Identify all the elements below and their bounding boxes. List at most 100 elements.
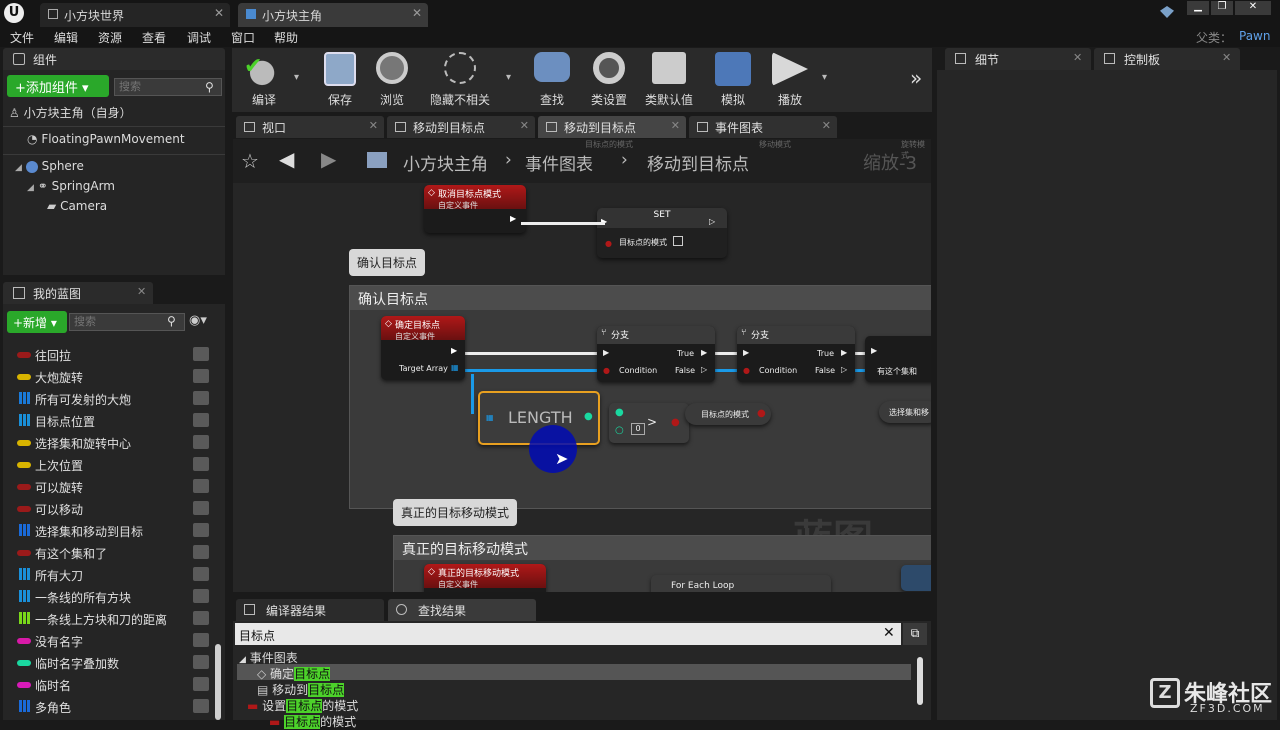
find-button[interactable]: 查找 xyxy=(530,52,574,108)
menu-file[interactable]: 文件 xyxy=(10,29,34,46)
result-row[interactable]: ▬ 目标点的模式 xyxy=(269,713,356,730)
cut-off-node[interactable]: ▶ 有这个集和 xyxy=(865,336,931,382)
expand-arrow-icon[interactable]: ◢ xyxy=(27,183,34,193)
back-arrow-icon[interactable]: ◀ xyxy=(279,147,294,171)
expand-arrow-icon[interactable]: ◢ xyxy=(15,163,22,173)
tab-find-results[interactable]: 查找结果 xyxy=(388,599,536,621)
forward-arrow-icon[interactable]: ▶ xyxy=(321,147,336,171)
visibility-toggle-icon[interactable] xyxy=(193,457,209,471)
close-icon[interactable]: ✕ xyxy=(1222,51,1231,64)
variable-item[interactable]: 没有名字 xyxy=(7,630,212,652)
variable-item[interactable]: 所有大刀 xyxy=(7,564,212,586)
clear-search-icon[interactable]: ✕ xyxy=(883,625,895,641)
condition-pin[interactable]: ● xyxy=(743,366,750,375)
maximize-button[interactable]: ❐ xyxy=(1211,1,1233,15)
exec-out-pin[interactable]: ▷ xyxy=(701,365,707,374)
variable-item[interactable]: 大炮旋转 xyxy=(7,366,212,388)
breadcrumb-part-1[interactable]: 小方块主角 xyxy=(403,150,488,175)
tab-event-graph[interactable]: 事件图表 ✕ xyxy=(689,116,837,138)
play-button[interactable]: 播放 ▾ xyxy=(766,52,827,108)
tab-move-to-target-1[interactable]: 移动到目标点 ✕ xyxy=(387,116,535,138)
variable-item[interactable]: 目标点位置 xyxy=(7,410,212,432)
bool-pin[interactable]: ● xyxy=(605,239,612,248)
int-in-pin[interactable]: ○ xyxy=(615,425,624,436)
close-icon[interactable]: ✕ xyxy=(137,285,146,298)
class-defaults-button[interactable]: 类默认值 xyxy=(642,52,696,108)
tab-move-to-target-2[interactable]: 移动到目标点 ✕ xyxy=(538,116,686,138)
real-move-event-node[interactable]: ◇ 真正的目标移动模式 自定义事件 xyxy=(424,564,546,592)
variable-item[interactable]: 多角色 xyxy=(7,696,212,718)
tab-viewport[interactable]: 视口 ✕ xyxy=(236,116,384,138)
graph-canvas[interactable]: ☆ ◀ ▶ 小方块主角 › 事件图表 › 移动到目标点 缩放-3 目标点的模式 … xyxy=(233,139,931,592)
menu-asset[interactable]: 资源 xyxy=(98,29,122,46)
compare-node[interactable]: ● ○ 0 > ● xyxy=(609,403,689,443)
visibility-toggle-icon[interactable] xyxy=(193,479,209,493)
add-component-button[interactable]: +添加组件 ▾ xyxy=(7,75,109,97)
visibility-toggle-icon[interactable] xyxy=(193,435,209,449)
result-row-selected[interactable] xyxy=(237,664,911,680)
visibility-toggle-icon[interactable] xyxy=(193,545,209,559)
checkbox[interactable] xyxy=(673,236,683,246)
bool-out-pin[interactable]: ● xyxy=(671,417,680,428)
cancel-target-event-node[interactable]: ◇ 取消目标点模式 自定义事件 ▶ xyxy=(424,185,526,233)
visibility-toggle-icon[interactable] xyxy=(193,611,209,625)
exec-out-pin[interactable]: ▷ xyxy=(841,365,847,374)
result-row[interactable]: ▤ 移动到目标点 xyxy=(257,681,345,698)
visibility-toggle-icon[interactable] xyxy=(193,677,209,691)
simulate-button[interactable]: 模拟 xyxy=(710,52,756,108)
palette-tab[interactable]: 控制板 ✕ xyxy=(1094,48,1240,70)
component-root[interactable]: ♙ 小方块主角（自身） xyxy=(9,104,132,121)
expand-toolbar-icon[interactable]: » xyxy=(910,66,922,90)
variable-item[interactable]: 往回拉 xyxy=(7,344,212,366)
close-icon[interactable]: ✕ xyxy=(1073,51,1082,64)
comment-bubble[interactable]: 真正的目标移动模式 xyxy=(393,499,518,526)
visibility-toggle-icon[interactable] xyxy=(193,501,209,515)
variable-item[interactable]: 可以旋转 xyxy=(7,476,212,498)
visibility-toggle-icon[interactable] xyxy=(193,369,209,383)
parent-class-link[interactable]: Pawn xyxy=(1239,29,1270,43)
visibility-toggle-icon[interactable] xyxy=(193,699,209,713)
menu-debug[interactable]: 调试 xyxy=(187,29,211,46)
confirm-target-event-node[interactable]: ◇ 确定目标点 自定义事件 ▶ Target Array ▦ xyxy=(381,316,465,380)
branch-node-1[interactable]: ⑂ 分支 ▶ True ▶ ● Condition False ▷ xyxy=(597,326,715,382)
details-tab[interactable]: 细节 ✕ xyxy=(945,48,1091,70)
component-floating-pawn-movement[interactable]: ◔ FloatingPawnMovement xyxy=(27,132,185,146)
array-pin-icon[interactable]: ▦ xyxy=(451,363,459,372)
visibility-toggle-icon[interactable] xyxy=(193,347,209,361)
menu-view[interactable]: 查看 xyxy=(142,29,166,46)
cut-off-var-node[interactable]: 选择集和移 xyxy=(879,401,931,423)
close-icon[interactable]: ✕ xyxy=(369,119,378,132)
exec-in-pin[interactable]: ▶ xyxy=(603,348,609,357)
window-tab-hero[interactable]: 小方块主角 ✕ xyxy=(238,3,428,27)
save-button[interactable]: 保存 xyxy=(318,52,362,108)
exec-in-pin[interactable]: ▶ xyxy=(871,346,877,355)
new-button[interactable]: +新增 ▾ xyxy=(7,311,67,333)
window-tab-world[interactable]: 小方块世界 ✕ xyxy=(40,3,230,27)
exec-out-pin[interactable]: ▶ xyxy=(451,346,457,355)
visibility-toggle-icon[interactable] xyxy=(193,391,209,405)
dropdown-arrow-icon[interactable]: ▾ xyxy=(506,72,511,83)
comment-bubble[interactable]: 确认目标点 xyxy=(349,249,426,276)
minimize-button[interactable]: ▁ xyxy=(1187,1,1209,15)
close-icon[interactable]: ✕ xyxy=(671,119,680,132)
class-settings-button[interactable]: 类设置 xyxy=(586,52,632,108)
find-search-input[interactable]: 目标点 xyxy=(235,623,901,645)
visibility-toggle-icon[interactable] xyxy=(193,633,209,647)
variable-item[interactable]: 一条线的所有方块 xyxy=(7,586,212,608)
breadcrumb-part-2[interactable]: 事件图表 xyxy=(525,150,593,175)
variable-item[interactable]: 可以移动 xyxy=(7,498,212,520)
component-spring-arm[interactable]: ◢ ⚭ SpringArm xyxy=(27,179,115,193)
visibility-eye-icon[interactable]: ◉▾ xyxy=(189,313,207,328)
scrollbar[interactable] xyxy=(215,644,221,720)
visibility-toggle-icon[interactable] xyxy=(193,655,209,669)
exec-out-pin[interactable]: ▶ xyxy=(510,214,516,223)
int-out-pin[interactable]: ● xyxy=(584,411,593,422)
component-sphere[interactable]: ◢ Sphere xyxy=(15,159,84,173)
browse-button[interactable]: 浏览 xyxy=(369,52,415,108)
cut-off-node-bottom[interactable] xyxy=(901,565,931,591)
menu-window[interactable]: 窗口 xyxy=(231,29,255,46)
variable-item[interactable]: 一条线上方块和刀的距离 xyxy=(7,608,212,630)
compare-value-input[interactable]: 0 xyxy=(631,423,645,435)
visibility-toggle-icon[interactable] xyxy=(193,589,209,603)
unreal-logo-icon[interactable]: U xyxy=(4,3,24,23)
